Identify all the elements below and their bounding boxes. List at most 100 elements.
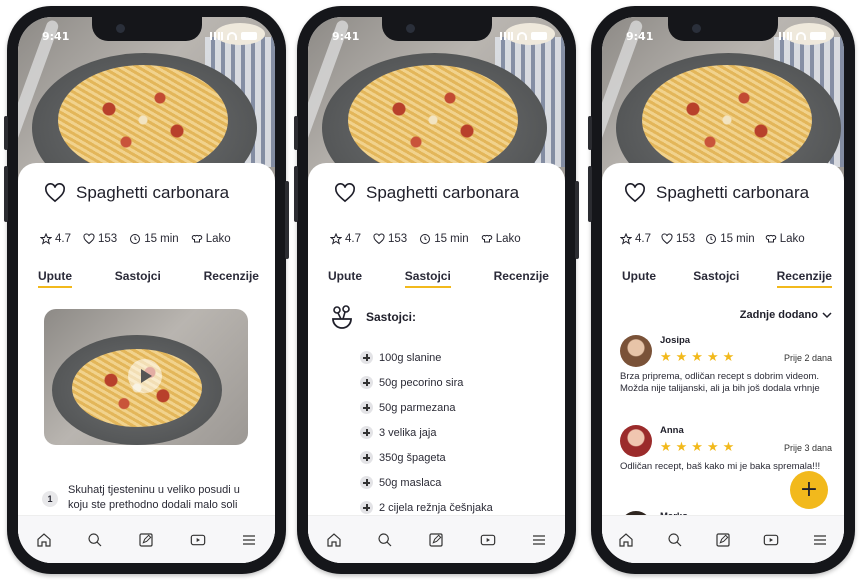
- cook-time: 15 min: [144, 233, 179, 245]
- reviewer-name: Josipa: [660, 335, 691, 346]
- notch: [668, 17, 778, 41]
- rating-stars: ★★★★★: [660, 440, 739, 455]
- recipe-stats: 4.7 153 15 min Lako: [40, 233, 231, 245]
- clock-icon: [706, 234, 717, 244]
- volume-button: [588, 166, 592, 222]
- ingredient-item: 50g maslaca: [360, 470, 493, 495]
- wifi-icon: [517, 32, 527, 40]
- review-item: Anna ★★★★★ Prije 3 dana Odličan recept, …: [620, 425, 832, 473]
- search-icon[interactable]: [667, 532, 683, 548]
- recipe-tabs: Upute Sastojci Recenzije: [38, 269, 259, 288]
- signal-icon: [779, 32, 792, 40]
- ingredient-label: 2 cijela režnja češnjaka: [379, 501, 493, 514]
- play-icon[interactable]: [128, 359, 162, 393]
- home-icon[interactable]: [618, 532, 634, 548]
- ingredient-label: 50g maslaca: [379, 476, 442, 489]
- home-icon[interactable]: [326, 532, 342, 548]
- rating-value: 4.7: [635, 233, 651, 245]
- search-icon[interactable]: [377, 532, 393, 548]
- tab-instructions[interactable]: Upute: [38, 269, 72, 288]
- bottom-nav: [308, 515, 565, 563]
- camera: [405, 24, 415, 33]
- search-icon[interactable]: [87, 532, 103, 548]
- heart-icon: [373, 233, 385, 245]
- signal-icon: [500, 32, 513, 40]
- rating-value: 4.7: [345, 233, 361, 245]
- favorite-heart-icon[interactable]: [624, 183, 646, 203]
- screen-ingredients: 9:41 Spaghetti carbonara 4.7 153 15 min …: [308, 17, 565, 563]
- menu-icon[interactable]: [241, 532, 257, 548]
- ingredient-label: 50g parmezana: [379, 401, 456, 414]
- wifi-icon: [796, 32, 806, 40]
- recipe-tabs: Upute Sastojci Recenzije: [622, 269, 832, 288]
- recipe-title: Spaghetti carbonara: [366, 183, 520, 202]
- bottom-nav: [18, 515, 275, 563]
- video-icon[interactable]: [480, 532, 496, 548]
- tab-ingredients[interactable]: Sastojci: [115, 269, 161, 288]
- menu-icon[interactable]: [531, 532, 547, 548]
- tab-reviews[interactable]: Recenzije: [204, 269, 259, 288]
- status-time: 9:41: [42, 29, 70, 43]
- ingredients-header: Sastojci:: [328, 303, 416, 331]
- tab-ingredients[interactable]: Sastojci: [404, 269, 451, 288]
- add-ingredient-icon[interactable]: [360, 451, 373, 464]
- power-button: [285, 181, 289, 259]
- tab-ingredients[interactable]: Sastojci: [693, 269, 739, 288]
- cook-time: 15 min: [434, 233, 469, 245]
- step-number: 1: [42, 491, 58, 507]
- menu-icon[interactable]: [812, 532, 828, 548]
- tab-instructions[interactable]: Upute: [622, 269, 656, 288]
- video-icon[interactable]: [763, 532, 779, 548]
- clock-icon: [420, 234, 431, 244]
- add-ingredient-icon[interactable]: [360, 501, 373, 514]
- notch: [381, 17, 492, 41]
- ingredient-item: 50g pecorino sira: [360, 370, 493, 395]
- recipe-stats: 4.7 153 15 min Lako: [620, 233, 805, 245]
- review-text: Odličan recept, baš kako mi je baka spre…: [620, 461, 821, 472]
- tab-reviews[interactable]: Recenzije: [494, 269, 549, 288]
- review-date: Prije 2 dana: [783, 352, 832, 363]
- ingredients-bowl-icon: [332, 305, 352, 329]
- review-date: Prije 3 dana: [783, 442, 832, 453]
- add-ingredient-icon[interactable]: [360, 426, 373, 439]
- rating-stars: ★★★★★: [660, 350, 739, 365]
- volume-button: [588, 116, 592, 150]
- ingredient-item: 100g slanine: [360, 345, 493, 370]
- favorite-heart-icon[interactable]: [334, 183, 356, 203]
- cook-time: 15 min: [720, 233, 755, 245]
- home-icon[interactable]: [36, 532, 52, 548]
- recipe-video[interactable]: [44, 309, 248, 445]
- edit-icon[interactable]: [428, 532, 444, 548]
- tab-reviews[interactable]: Recenzije: [776, 269, 832, 288]
- chef-hat-icon: [481, 234, 492, 243]
- ingredient-label: 350g špageta: [379, 451, 446, 464]
- tab-instructions[interactable]: Upute: [328, 269, 362, 288]
- notch: [91, 17, 202, 41]
- edit-icon[interactable]: [138, 532, 154, 548]
- volume-button: [4, 116, 8, 150]
- heart-icon: [661, 233, 673, 245]
- recipe-card: Spaghetti carbonara 4.7 153 15 min Lako …: [18, 163, 275, 563]
- star-icon: [330, 233, 342, 245]
- add-ingredient-icon[interactable]: [360, 376, 373, 389]
- add-review-button[interactable]: +: [790, 471, 828, 509]
- phone-frame-ingredients: 9:41 Spaghetti carbonara 4.7 153 15 min …: [294, 6, 579, 574]
- ingredient-item: 350g špageta: [360, 445, 493, 470]
- ingredients-title: Sastojci:: [366, 310, 417, 324]
- volume-button: [294, 166, 298, 222]
- edit-icon[interactable]: [715, 532, 731, 548]
- recipe-card: Spaghetti carbonara 4.7 153 15 min Lako …: [308, 163, 565, 563]
- avatar: [620, 335, 652, 367]
- add-ingredient-icon[interactable]: [360, 401, 373, 414]
- add-ingredient-icon[interactable]: [360, 476, 373, 489]
- recipe-stats: 4.7 153 15 min Lako: [330, 233, 521, 245]
- star-icon: [620, 233, 632, 245]
- add-ingredient-icon[interactable]: [360, 351, 373, 364]
- favorite-heart-icon[interactable]: [44, 183, 66, 203]
- chef-hat-icon: [765, 234, 776, 243]
- video-icon[interactable]: [190, 532, 206, 548]
- camera: [692, 24, 701, 33]
- sort-dropdown[interactable]: Zadnje dodano: [740, 309, 832, 321]
- reviewer-name: Anna: [660, 425, 684, 436]
- recipe-title: Spaghetti carbonara: [656, 183, 810, 202]
